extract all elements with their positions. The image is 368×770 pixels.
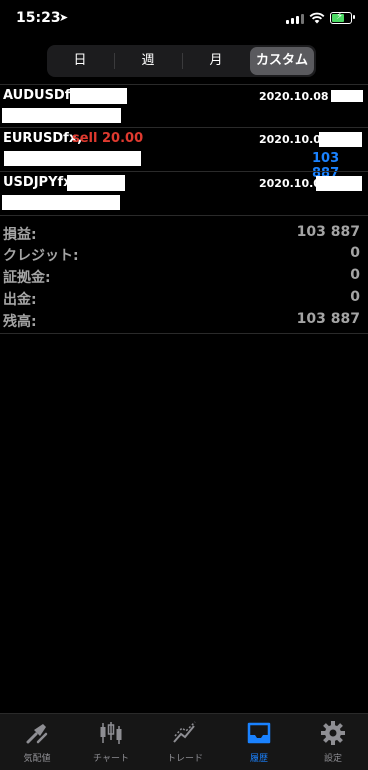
quotes-icon [26, 724, 48, 744]
divider [0, 171, 368, 172]
trade-chart-icon [173, 721, 196, 743]
location-arrow-icon: ➤ [59, 11, 69, 24]
tab-trade[interactable]: トレード [148, 714, 222, 770]
divider [0, 84, 368, 85]
tab-settings[interactable]: 設定 [296, 714, 368, 770]
summary-value-withdrawal: 0 [350, 289, 360, 305]
redacted-block [316, 176, 362, 191]
tab-quotes[interactable]: 気配値 [0, 714, 74, 770]
summary-value-profit: 103 887 [296, 224, 360, 240]
history-inbox-icon [247, 722, 271, 744]
redacted-block [67, 175, 125, 191]
redacted-block [319, 132, 362, 147]
deal-date: 2020.10.08 [259, 90, 329, 103]
gear-icon [321, 721, 345, 745]
segment-month[interactable]: 月 [185, 47, 247, 75]
screen: 15:23 ➤ ⚡ 日 週 月 カスタム AUDUSDfx, 2020.10.0… [0, 0, 368, 770]
divider [0, 127, 368, 128]
deal-symbol: EURUSDfx, [3, 131, 83, 146]
summary-label-profit: 損益: [3, 227, 37, 243]
cellular-signal-icon [286, 14, 304, 24]
tab-chart[interactable]: チャート [74, 714, 148, 770]
divider [0, 215, 368, 216]
tab-label: トレード [166, 754, 203, 764]
segment-divider [182, 53, 183, 69]
segment-custom[interactable]: カスタム [250, 47, 314, 75]
summary-label-balance: 残高: [3, 314, 37, 330]
summary-label-withdrawal: 出金: [3, 292, 37, 308]
status-bar: 15:23 ➤ ⚡ [0, 0, 368, 38]
summary-label-margin: 証拠金: [3, 270, 51, 286]
redacted-block [331, 90, 363, 102]
segment-day[interactable]: 日 [49, 47, 111, 75]
summary-value-credit: 0 [350, 245, 360, 261]
redacted-block [4, 151, 141, 166]
segment-divider [114, 53, 115, 69]
battery-cap [353, 15, 355, 19]
candlestick-chart-icon [100, 722, 122, 744]
tab-bar: 気配値 チャート トレード 履歴 設定 [0, 713, 368, 770]
redacted-block [70, 88, 127, 104]
tab-label: 気配値 [23, 754, 51, 764]
tab-label: 履歴 [249, 754, 268, 764]
tab-label: 設定 [323, 754, 342, 764]
redacted-block [2, 108, 121, 123]
tab-history[interactable]: 履歴 [222, 714, 296, 770]
redacted-block [2, 195, 120, 210]
summary-label-credit: クレジット: [3, 248, 79, 264]
wifi-icon [309, 12, 325, 24]
charging-bolt-icon: ⚡ [336, 11, 344, 22]
status-time: 15:23 [16, 10, 61, 26]
segment-week[interactable]: 週 [117, 47, 179, 75]
deal-detail: sell 20.00 [72, 131, 144, 146]
battery-icon: ⚡ [330, 11, 352, 24]
divider [0, 333, 368, 334]
summary-value-balance: 103 887 [296, 311, 360, 327]
summary-value-margin: 0 [350, 267, 360, 283]
period-segmented-control: 日 週 月 カスタム [47, 45, 316, 77]
deal-symbol: USDJPYfx, [3, 175, 77, 190]
tab-label: チャート [93, 754, 129, 764]
